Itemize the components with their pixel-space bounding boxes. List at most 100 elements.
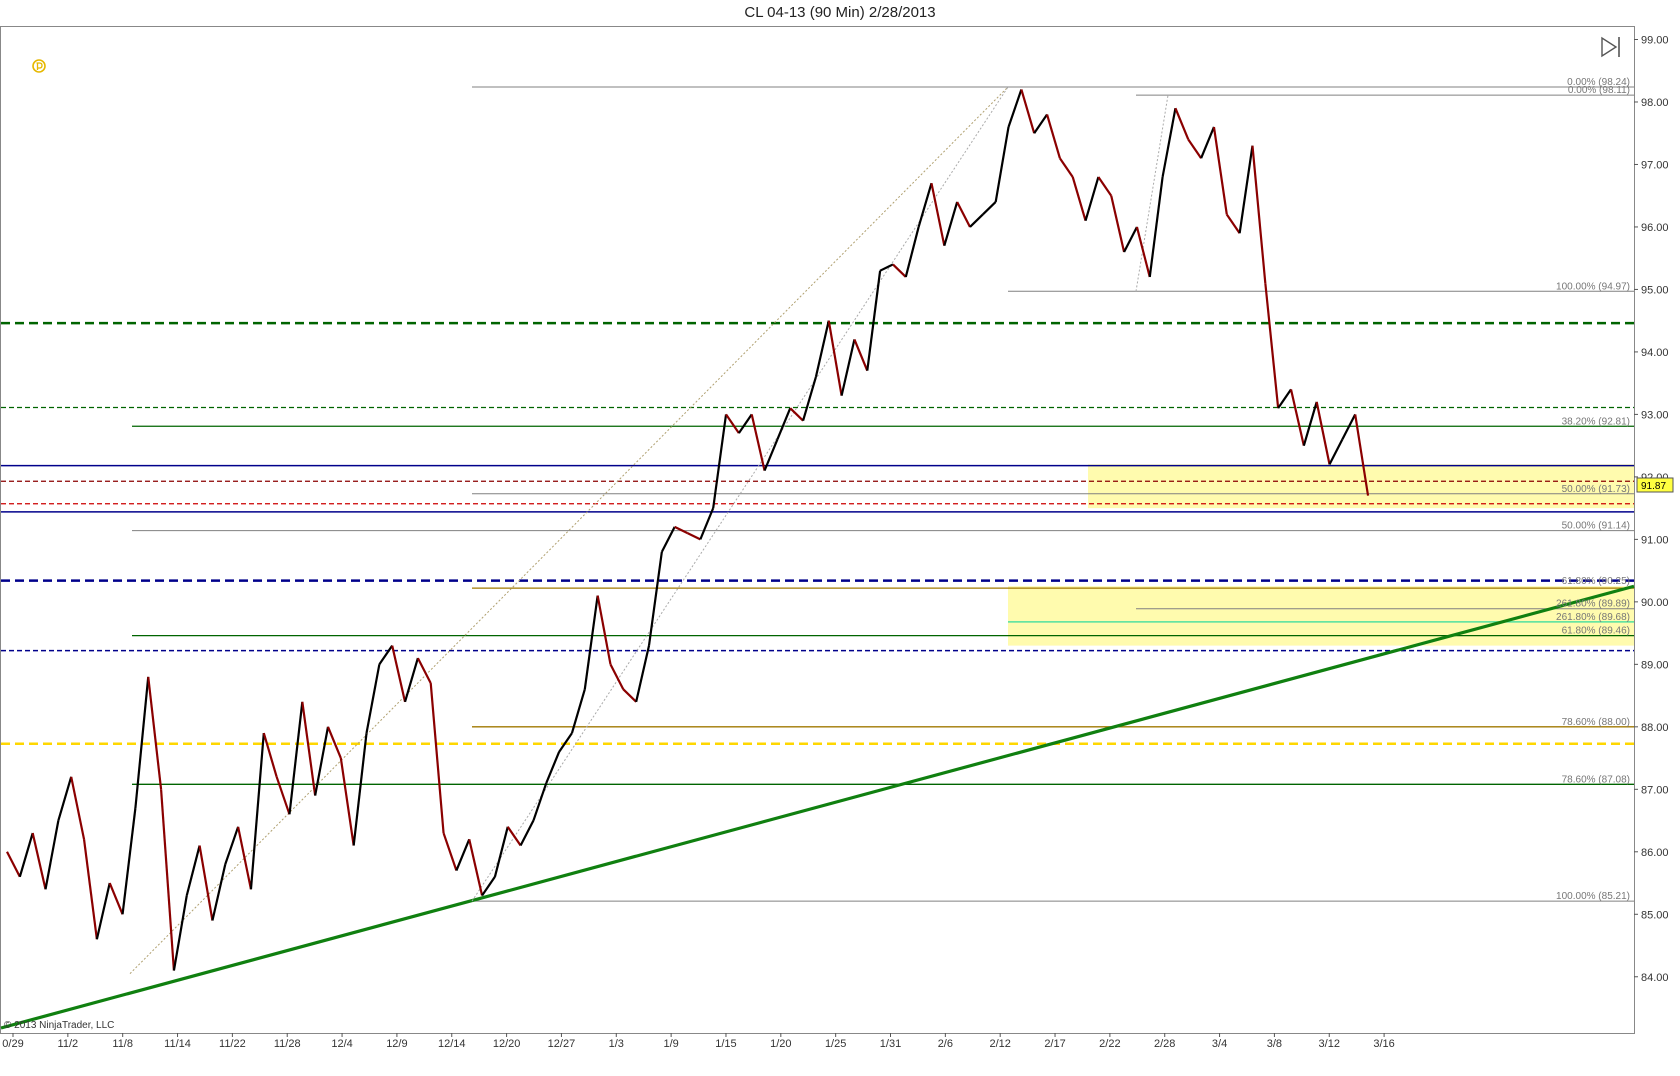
price-segment — [288, 701, 304, 815]
price-segment — [301, 701, 317, 796]
price-segment — [314, 726, 330, 796]
price-segment — [750, 414, 766, 471]
price-segment — [468, 839, 484, 896]
x-tick-label: 12/14 — [438, 1038, 466, 1050]
price-segment — [1289, 389, 1305, 446]
price-segment — [1033, 113, 1048, 134]
price-segment — [596, 595, 612, 665]
price-segment — [198, 845, 214, 921]
price-segment — [609, 663, 625, 690]
last-price-label: 91.87 — [1641, 481, 1666, 492]
price-segment — [455, 838, 471, 871]
fib-level-label: 61.80% (89.46) — [1562, 626, 1630, 637]
price-segment — [159, 789, 176, 971]
y-tick-label: 87.00 — [1641, 784, 1669, 796]
y-tick-label: 94.00 — [1641, 347, 1669, 359]
x-tick-label: 2/28 — [1154, 1038, 1175, 1050]
price-segment — [1264, 283, 1280, 409]
x-tick-label: 2/6 — [938, 1038, 953, 1050]
last-price-marker: 91.87 — [1636, 477, 1674, 493]
fib-level-label: 261.80% (89.89) — [1556, 599, 1630, 610]
x-tick-label: 11/8 — [112, 1038, 133, 1050]
y-tick-label: 93.00 — [1641, 409, 1669, 421]
fib-level-label: 50.00% (91.14) — [1562, 521, 1630, 532]
uptrend-line — [0, 584, 1635, 1030]
price-segment — [249, 732, 265, 890]
price-segment — [352, 732, 368, 846]
price-segment — [1058, 157, 1074, 178]
price-segment — [121, 807, 137, 915]
price-segment — [1148, 176, 1164, 278]
skip-to-end-icon[interactable] — [1601, 36, 1620, 58]
price-segment — [1238, 145, 1254, 234]
price-segment — [789, 407, 804, 422]
price-segment — [1212, 126, 1228, 215]
price-segment — [442, 832, 458, 871]
price-segment — [224, 826, 240, 865]
price-segment — [647, 551, 663, 646]
ninjatrader-logo-icon — [32, 59, 46, 73]
price-segment — [969, 213, 984, 228]
fib-level-label: 100.00% (85.21) — [1556, 891, 1630, 902]
price-segment — [1007, 89, 1023, 128]
x-tick-label: 1/3 — [609, 1038, 624, 1050]
price-segment — [699, 507, 715, 540]
x-tick-label: 12/27 — [548, 1038, 576, 1050]
price-segment — [1045, 114, 1061, 159]
price-segment — [1084, 176, 1100, 222]
upper-target-zone — [1088, 464, 1634, 509]
price-segment — [583, 595, 599, 690]
price-segment — [378, 644, 394, 665]
price-segment — [1123, 226, 1138, 253]
x-tick-label: 11/28 — [274, 1038, 301, 1050]
price-segment — [982, 201, 997, 216]
price-segment — [237, 826, 253, 890]
x-tick-label: 12/9 — [386, 1038, 407, 1050]
y-tick-label: 86.00 — [1641, 847, 1669, 859]
price-segment — [879, 263, 894, 272]
price-segment — [737, 413, 753, 434]
fib-level-label: 0.00% (98.11) — [1568, 85, 1630, 96]
price-segment — [519, 820, 535, 847]
price-segment — [1328, 438, 1344, 465]
y-tick-label: 95.00 — [1641, 284, 1669, 296]
x-tick-label: 11/22 — [219, 1038, 246, 1050]
price-segment — [147, 676, 163, 790]
y-tick-label: 96.00 — [1641, 222, 1669, 234]
price-segment — [1097, 176, 1113, 197]
price-chart[interactable]: 0.00% (98.24)0.00% (98.11)100.00% (94.97… — [0, 0, 1680, 1076]
price-segment — [403, 657, 419, 703]
price-segment — [1251, 145, 1267, 284]
x-tick-label: 2/22 — [1099, 1038, 1120, 1050]
price-segment — [339, 757, 355, 846]
price-segment — [853, 339, 869, 372]
price-segment — [262, 732, 278, 778]
price-segment — [532, 782, 548, 821]
price-segment — [31, 832, 47, 890]
fib-level-label: 78.60% (88.00) — [1562, 717, 1630, 728]
price-segment — [1174, 107, 1190, 140]
y-tick-label: 84.00 — [1641, 972, 1669, 984]
price-segment — [802, 376, 817, 421]
y-tick-label: 90.00 — [1641, 597, 1669, 609]
x-tick-label: 3/4 — [1212, 1038, 1227, 1050]
price-segment — [429, 682, 445, 834]
price-segment — [172, 895, 188, 971]
price-segment — [70, 776, 86, 840]
y-tick-label: 91.00 — [1641, 534, 1669, 546]
price-segment — [994, 126, 1010, 203]
x-tick-label: 11/2 — [58, 1038, 79, 1050]
price-segment — [57, 776, 73, 821]
price-segment — [481, 876, 496, 897]
price-segment — [892, 263, 907, 278]
price-segment — [545, 751, 561, 784]
price-segment — [776, 407, 792, 440]
price-segment — [44, 820, 60, 890]
price-segment — [943, 201, 959, 247]
price-segment — [866, 270, 882, 371]
x-tick-label: 3/8 — [1267, 1038, 1282, 1050]
fib-level-label: 261.80% (89.68) — [1556, 612, 1630, 623]
x-tick-label: 2/17 — [1044, 1038, 1065, 1050]
price-segment — [1071, 176, 1087, 222]
price-segment — [674, 525, 689, 535]
